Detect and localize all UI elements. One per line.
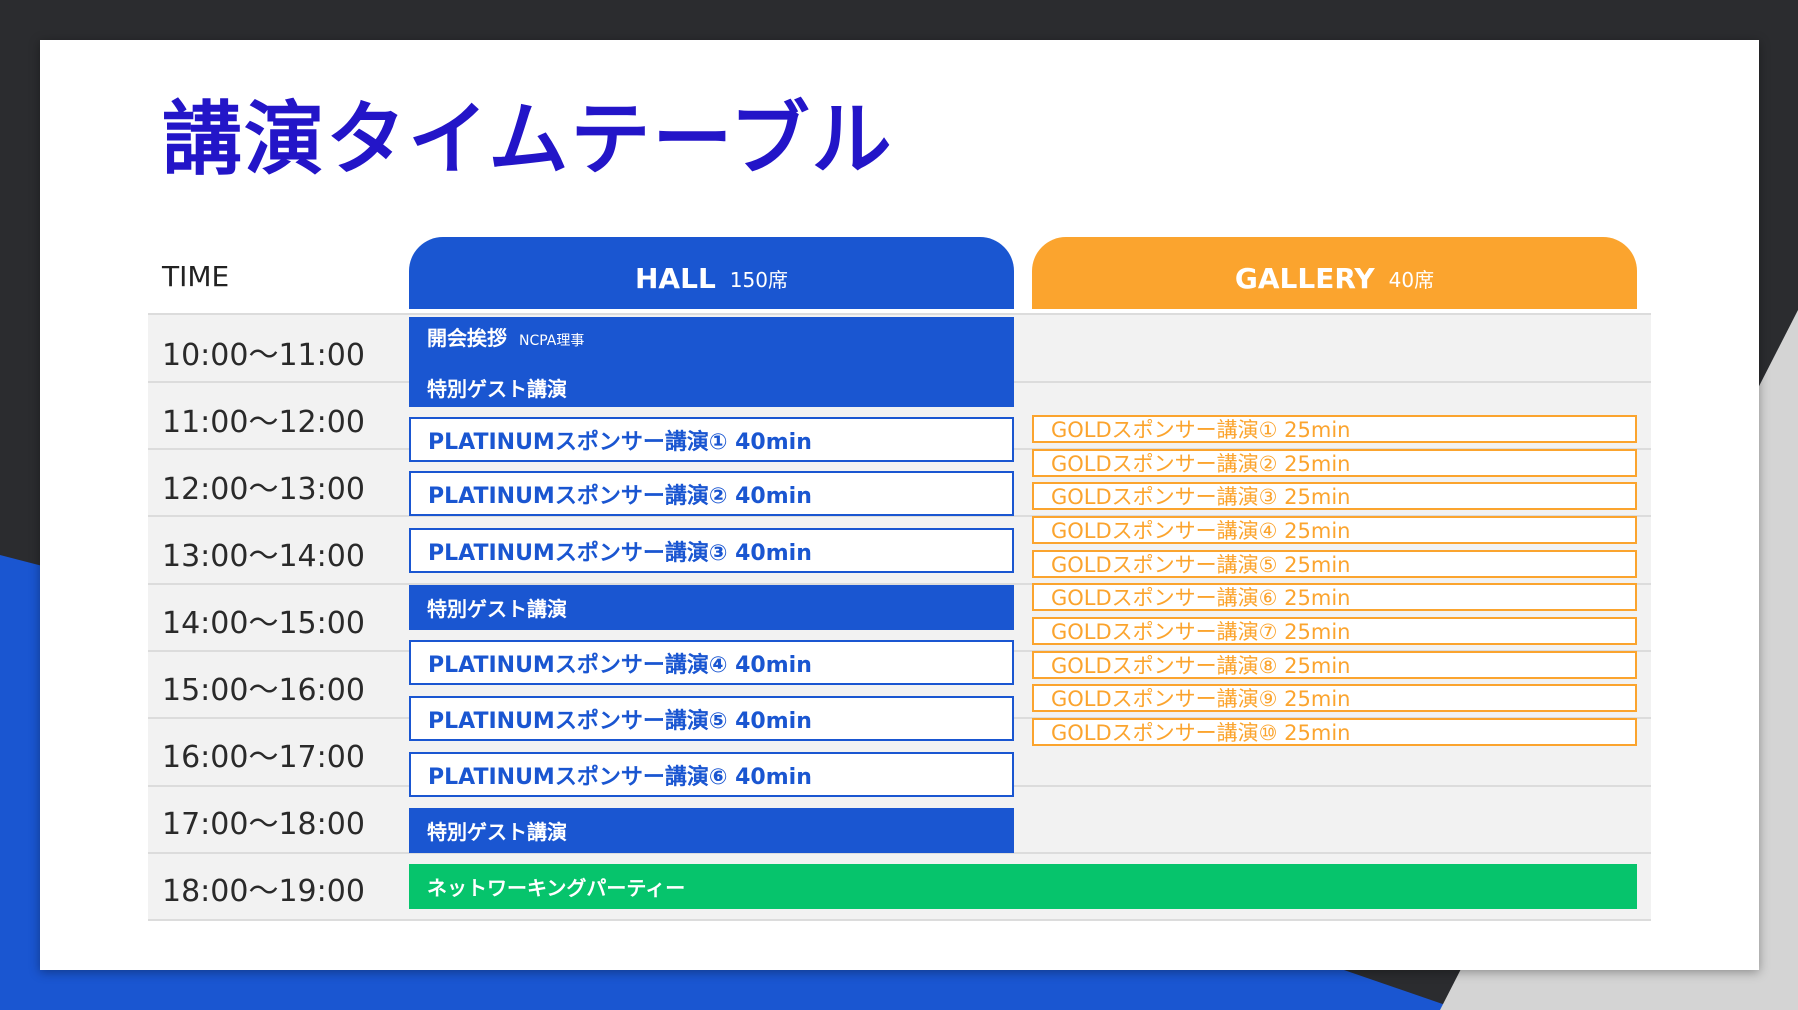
gold-session: GOLDスポンサー講演⑨ 25min (1032, 684, 1637, 712)
time-slot-label: 17:00〜18:00 (162, 807, 365, 842)
time-slot-label: 16:00〜17:00 (162, 740, 365, 775)
opening-session: 開会挨拶 NCPA理事 特別ゲスト講演 (409, 317, 1014, 407)
gold-session: GOLDスポンサー講演② 25min (1032, 449, 1637, 477)
time-slot-label: 15:00〜16:00 (162, 673, 365, 708)
time-slot-label: 14:00〜15:00 (162, 606, 365, 641)
platinum-session: PLATINUMスポンサー講演④ 40min (409, 640, 1014, 685)
hall-name: HALL (635, 261, 716, 295)
time-column-header: TIME (162, 260, 230, 293)
time-slot-label: 13:00〜14:00 (162, 539, 365, 574)
gallery-name: GALLERY (1234, 261, 1375, 295)
opening-title-row: 開会挨拶 NCPA理事 (427, 322, 584, 351)
grid-line (148, 313, 1651, 315)
slide: 講演タイムテーブル TIME HALL 150席 GALLERY 40席 10:… (40, 40, 1759, 970)
gallery-seats: 40席 (1388, 267, 1435, 292)
grid-line (148, 919, 1651, 921)
page-title: 講演タイムテーブル (162, 93, 894, 186)
gold-session: GOLDスポンサー講演⑧ 25min (1032, 651, 1637, 679)
platinum-session: PLATINUMスポンサー講演⑤ 40min (409, 696, 1014, 741)
platinum-session: PLATINUMスポンサー講演② 40min (409, 471, 1014, 516)
hall-column-header: HALL 150席 (409, 237, 1014, 309)
gold-session: GOLDスポンサー講演④ 25min (1032, 516, 1637, 544)
gold-session: GOLDスポンサー講演⑥ 25min (1032, 583, 1637, 611)
time-slot-label: 12:00〜13:00 (162, 472, 365, 507)
special-guest-talk: 特別ゲスト講演 (427, 377, 567, 401)
platinum-session: PLATINUMスポンサー講演⑥ 40min (409, 752, 1014, 797)
special-guest-talk: 特別ゲスト講演 (409, 585, 1014, 630)
gallery-column-header: GALLERY 40席 (1032, 237, 1637, 309)
networking-party: ネットワーキングパーティー (409, 864, 1637, 909)
opening-speaker: NCPA理事 (519, 333, 585, 349)
time-slot-label: 11:00〜12:00 (162, 405, 365, 440)
gold-session: GOLDスポンサー講演⑦ 25min (1032, 617, 1637, 645)
time-slot-label: 18:00〜19:00 (162, 874, 365, 909)
opening-title: 開会挨拶 (427, 326, 507, 350)
gold-session: GOLDスポンサー講演⑩ 25min (1032, 718, 1637, 746)
special-guest-talk: 特別ゲスト講演 (409, 808, 1014, 853)
hall-seats: 150席 (729, 267, 788, 292)
platinum-session: PLATINUMスポンサー講演③ 40min (409, 528, 1014, 573)
time-slot-label: 10:00〜11:00 (162, 338, 365, 373)
gold-session: GOLDスポンサー講演① 25min (1032, 415, 1637, 443)
gold-session: GOLDスポンサー講演③ 25min (1032, 482, 1637, 510)
platinum-session: PLATINUMスポンサー講演① 40min (409, 417, 1014, 462)
gold-session: GOLDスポンサー講演⑤ 25min (1032, 550, 1637, 578)
